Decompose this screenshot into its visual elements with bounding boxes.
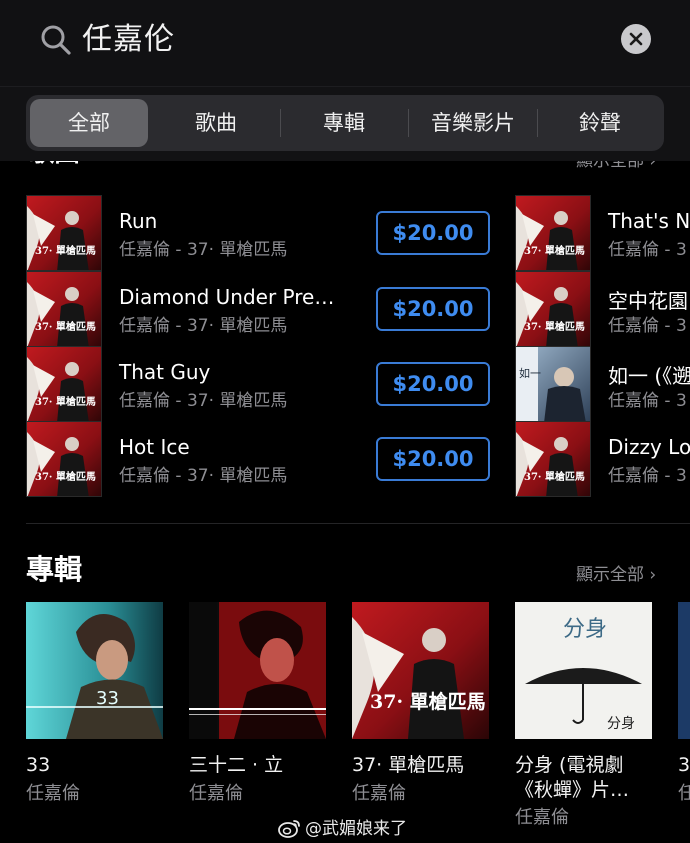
chevron-right-icon: › (649, 565, 657, 585)
album-name: 37· 單槍匹馬 (352, 754, 465, 776)
tab-all[interactable]: 全部 (30, 99, 148, 147)
album-artwork[interactable]: 37· 單槍匹馬 (352, 602, 489, 739)
search-bar: 任嘉伦 (0, 0, 690, 86)
song-title: Hot Ice (119, 435, 190, 459)
song-title: Run (119, 209, 158, 233)
weibo-watermark: @武媚娘来了 (278, 814, 407, 839)
song-artwork: 37· 單槍匹馬 (26, 195, 102, 271)
song-artwork: 37· 單槍匹馬 (515, 421, 591, 497)
weibo-logo-icon (278, 820, 300, 838)
album-artwork[interactable]: 分身 分身 (515, 602, 652, 739)
cover-title-text: 37· 單槍匹馬 (524, 320, 585, 333)
song-row[interactable]: 37· 單槍匹馬 That Guy 任嘉倫 - 37· 單槍匹馬 $20.00 (26, 346, 496, 422)
song-row[interactable]: 37· 單槍匹馬 That's N 任嘉倫 - 3 (515, 195, 690, 271)
buy-price-button[interactable]: $20.00 (376, 362, 490, 406)
filter-segmented-control: 全部 歌曲 專輯 音樂影片 鈴聲 (26, 95, 664, 151)
cover-title-text: 如一 (519, 366, 541, 380)
song-artwork: 37· 單槍匹馬 (515, 271, 591, 347)
album-artist: 任 (678, 783, 690, 804)
song-row[interactable]: 37· 單槍匹馬 Dizzy Lo 任嘉倫 - 3 (515, 421, 690, 497)
cover-title-text: 37· 單槍匹馬 (35, 395, 96, 408)
buy-price-button[interactable]: $20.00 (376, 437, 490, 481)
album-name: 三十二 · 立 (189, 754, 284, 776)
tab-music-videos[interactable]: 音樂影片 (410, 95, 536, 151)
clear-search-button[interactable] (621, 24, 651, 54)
cover-title-text: 37· 單槍匹馬 (524, 244, 585, 257)
album-artist: 任嘉倫 (189, 783, 243, 804)
song-artwork: 37· 單槍匹馬 (26, 346, 102, 422)
song-subtitle: 任嘉倫 - 3 (608, 391, 687, 411)
album-name: 3 (678, 754, 690, 776)
cover-title-text: 33 (96, 688, 119, 709)
cover-title-text: 37· 單槍匹馬 (370, 690, 486, 713)
song-title: 如一 (《遡 (608, 364, 690, 388)
cover-title-text: 37· 單槍匹馬 (35, 244, 96, 257)
song-row[interactable]: 37· 單槍匹馬 Hot Ice 任嘉倫 - 37· 單槍匹馬 $20.00 (26, 421, 496, 497)
album-artwork[interactable] (678, 602, 690, 739)
album-name: 33 (26, 754, 51, 776)
album-name: 分身 (電視劇 (515, 754, 624, 776)
song-artwork: 37· 單槍匹馬 (26, 421, 102, 497)
song-row[interactable]: 如一 如一 (《遡 任嘉倫 - 3 (515, 346, 690, 422)
album-artist: 任嘉倫 (515, 807, 569, 828)
song-subtitle: 任嘉倫 - 37· 單槍匹馬 (119, 391, 288, 411)
albums-section-title: 專輯 (26, 553, 83, 586)
tab-divider (408, 109, 409, 137)
song-row[interactable]: 37· 單槍匹馬 空中花園 任嘉倫 - 3 (515, 271, 690, 347)
song-artwork: 37· 單槍匹馬 (26, 271, 102, 347)
cover-title-text: 分身 (563, 617, 607, 642)
buy-price-button[interactable]: $20.00 (376, 211, 490, 255)
song-subtitle: 任嘉倫 - 3 (608, 466, 687, 486)
song-subtitle: 任嘉倫 - 3 (608, 316, 687, 336)
album-artwork[interactable]: 33 (26, 602, 163, 739)
song-title: That Guy (119, 360, 211, 384)
album-name-line2: 《秋蟬》片… (515, 779, 630, 801)
cover-signature-text: 分身 (607, 716, 635, 732)
song-row[interactable]: 37· 單槍匹馬 Run 任嘉倫 - 37· 單槍匹馬 $20.00 (26, 195, 496, 271)
song-row[interactable]: 37· 單槍匹馬 Diamond Under Pre… 任嘉倫 - 37· 單槍… (26, 271, 496, 347)
search-input[interactable]: 任嘉伦 (82, 18, 175, 62)
album-artist: 任嘉倫 (352, 783, 406, 804)
song-subtitle: 任嘉倫 - 3 (608, 240, 687, 260)
section-divider (26, 523, 690, 524)
tab-songs[interactable]: 歌曲 (154, 95, 278, 151)
song-title: Dizzy Lo (608, 435, 690, 459)
tab-albums[interactable]: 專輯 (282, 95, 406, 151)
cover-title-text: 37· 單槍匹馬 (35, 470, 96, 483)
album-artist: 任嘉倫 (26, 783, 80, 804)
cover-title-text: 37· 單槍匹馬 (524, 470, 585, 483)
tab-ringtones[interactable]: 鈴聲 (538, 95, 662, 151)
song-subtitle: 任嘉倫 - 37· 單槍匹馬 (119, 316, 288, 336)
buy-price-button[interactable]: $20.00 (376, 287, 490, 331)
song-subtitle: 任嘉倫 - 37· 單槍匹馬 (119, 240, 288, 260)
song-title: 空中花園 (608, 289, 688, 313)
album-artwork[interactable] (189, 602, 326, 739)
albums-show-all-link[interactable]: 顯示全部 › (576, 560, 656, 585)
song-subtitle: 任嘉倫 - 37· 單槍匹馬 (119, 466, 288, 486)
close-icon (629, 32, 643, 46)
song-artwork: 如一 (515, 346, 591, 422)
song-artwork: 37· 單槍匹馬 (515, 195, 591, 271)
search-icon (41, 25, 71, 55)
song-title: That's N (608, 209, 690, 233)
tab-divider (280, 109, 281, 137)
song-title: Diamond Under Pre… (119, 285, 335, 309)
cover-title-text: 37· 單槍匹馬 (35, 320, 96, 333)
